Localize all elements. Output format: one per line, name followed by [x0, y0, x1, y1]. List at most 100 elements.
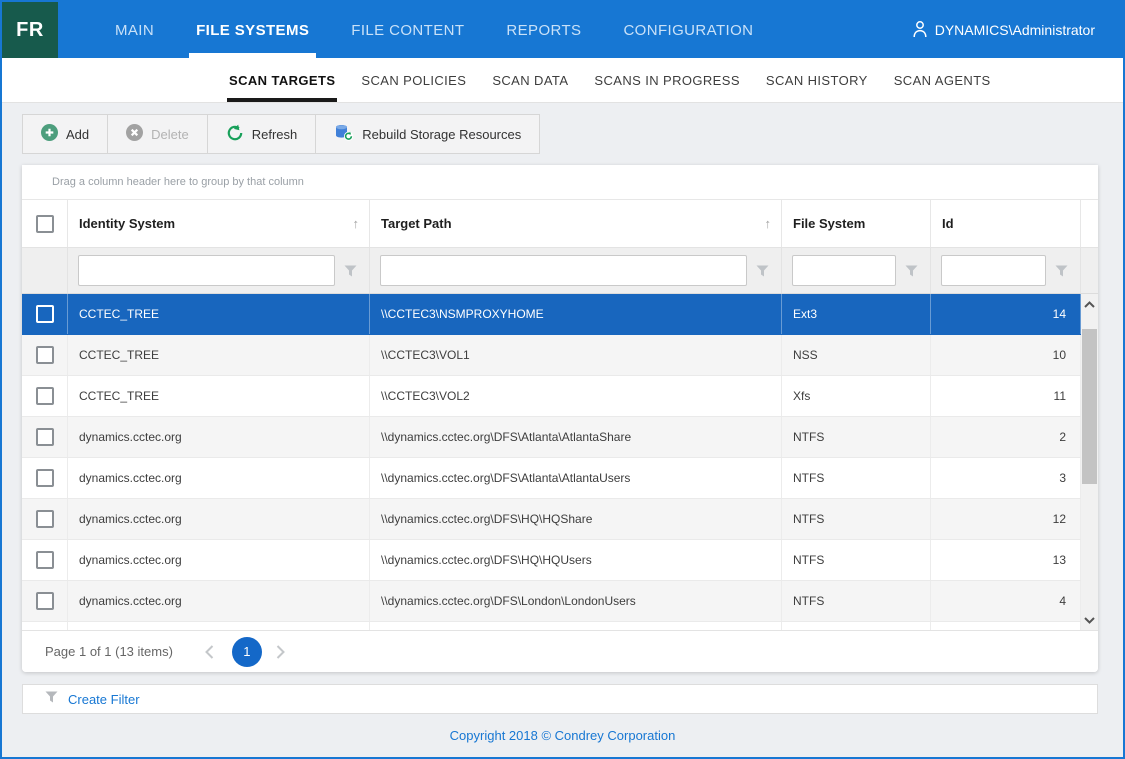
- cell-identity-system: dynamics.cctec.org: [68, 417, 370, 457]
- row-checkbox[interactable]: [36, 305, 54, 323]
- refresh-button[interactable]: Refresh: [207, 115, 316, 153]
- create-filter-bar: Create Filter: [22, 684, 1098, 714]
- file-system-filter-input[interactable]: [792, 255, 896, 286]
- cell-file-system: NTFS: [782, 499, 931, 539]
- filter-funnel-icon: [45, 690, 58, 708]
- tab-scan-history[interactable]: SCAN HISTORY: [764, 58, 870, 102]
- row-checkbox[interactable]: [36, 387, 54, 405]
- cell-file-system: NSS: [782, 335, 931, 375]
- nav-item-main[interactable]: MAIN: [104, 2, 165, 58]
- scan-targets-panel: Drag a column header here to group by th…: [22, 165, 1098, 672]
- cell-target-path: \\CCTEC3\VOL1: [370, 335, 782, 375]
- cell-file-system: NTFS: [782, 540, 931, 580]
- column-header-identity-system[interactable]: Identity System ↑: [68, 200, 370, 247]
- cell-identity-system: CCTEC_TREE: [68, 376, 370, 416]
- nav-item-file-systems[interactable]: FILE SYSTEMS: [185, 2, 320, 58]
- cell-id: 14: [931, 294, 1081, 334]
- row-checkbox[interactable]: [36, 346, 54, 364]
- cell-identity-system: CCTEC_TREE: [68, 335, 370, 375]
- target-path-filter-input[interactable]: [380, 255, 747, 286]
- cell-id: 3: [931, 458, 1081, 498]
- table-row[interactable]: CCTEC_TREE \\CCTEC3\VOL1 NSS 10: [22, 335, 1081, 376]
- filter-cell-target-path: [370, 248, 782, 293]
- row-check-cell: [22, 499, 68, 539]
- cell-id: 2: [931, 417, 1081, 457]
- id-filter-input[interactable]: [941, 255, 1046, 286]
- delete-button[interactable]: Delete: [107, 115, 207, 153]
- table-row[interactable]: dynamics.cctec.org \\dynamics.cctec.org\…: [22, 540, 1081, 581]
- identity-system-filter-input[interactable]: [78, 255, 335, 286]
- nav-item-file-content[interactable]: FILE CONTENT: [340, 2, 475, 58]
- cell-target-path: \\dynamics.cctec.org\DFS\London\LondonUs…: [370, 581, 782, 621]
- cell-identity-system: dynamics.cctec.org: [68, 540, 370, 580]
- cell-id: 12: [931, 499, 1081, 539]
- filter-funnel-icon[interactable]: [747, 265, 777, 277]
- filter-cell-identity-system: [68, 248, 370, 293]
- column-header-id[interactable]: Id: [931, 200, 1081, 247]
- filter-funnel-icon[interactable]: [335, 265, 365, 277]
- row-check-cell: [22, 417, 68, 457]
- filter-cell-id: [931, 248, 1081, 293]
- tab-scan-data[interactable]: SCAN DATA: [490, 58, 570, 102]
- scan-targets-grid: Identity System ↑ Target Path ↑ File Sys…: [22, 200, 1098, 630]
- table-row[interactable]: dynamics.cctec.org \\dynamics.cctec.org\…: [22, 499, 1081, 540]
- next-page-icon[interactable]: [276, 645, 285, 659]
- tab-scan-targets[interactable]: SCAN TARGETS: [227, 58, 337, 102]
- toolbar: Add Delete Refresh: [22, 114, 540, 154]
- scroll-down-icon[interactable]: [1081, 610, 1098, 630]
- sort-asc-icon: ↑: [765, 216, 772, 231]
- column-header-target-path[interactable]: Target Path ↑: [370, 200, 782, 247]
- table-row[interactable]: dynamics.cctec.org \\dynamics.cctec.org\…: [22, 417, 1081, 458]
- clipped-row: [22, 622, 1081, 630]
- cell-target-path: \\CCTEC3\NSMPROXYHOME: [370, 294, 782, 334]
- grid-header-row: Identity System ↑ Target Path ↑ File Sys…: [22, 200, 1098, 248]
- app-window: FR MAIN FILE SYSTEMS FILE CONTENT REPORT…: [0, 0, 1125, 759]
- tab-scan-policies[interactable]: SCAN POLICIES: [359, 58, 468, 102]
- refresh-icon: [226, 124, 244, 145]
- create-filter-link[interactable]: Create Filter: [68, 692, 140, 707]
- sort-asc-icon: ↑: [353, 216, 360, 231]
- row-checkbox[interactable]: [36, 592, 54, 610]
- rebuild-storage-resources-button[interactable]: Rebuild Storage Resources: [315, 115, 539, 153]
- row-check-cell: [22, 540, 68, 580]
- row-checkbox[interactable]: [36, 510, 54, 528]
- row-checkbox[interactable]: [36, 428, 54, 446]
- filter-funnel-icon[interactable]: [1046, 265, 1076, 277]
- select-all-checkbox[interactable]: [36, 215, 54, 233]
- row-checkbox[interactable]: [36, 551, 54, 569]
- table-row[interactable]: CCTEC_TREE \\CCTEC3\NSMPROXYHOME Ext3 14: [22, 294, 1081, 335]
- row-check-cell: [22, 376, 68, 416]
- table-row[interactable]: CCTEC_TREE \\CCTEC3\VOL2 Xfs 11: [22, 376, 1081, 417]
- tab-scan-agents[interactable]: SCAN AGENTS: [892, 58, 993, 102]
- group-by-panel[interactable]: Drag a column header here to group by th…: [22, 165, 1098, 200]
- nav-item-reports[interactable]: REPORTS: [495, 2, 592, 58]
- table-row[interactable]: dynamics.cctec.org \\dynamics.cctec.org\…: [22, 581, 1081, 622]
- cell-target-path: \\dynamics.cctec.org\DFS\HQ\HQUsers: [370, 540, 782, 580]
- filter-funnel-icon[interactable]: [896, 265, 926, 277]
- delete-icon: [126, 124, 143, 144]
- scrollbar-thumb[interactable]: [1082, 329, 1097, 484]
- add-icon: [41, 124, 58, 144]
- copyright-text: Copyright 2018 © Condrey Corporation: [450, 728, 676, 743]
- column-header-file-system[interactable]: File System: [782, 200, 931, 247]
- cell-target-path: \\CCTEC3\VOL2: [370, 376, 782, 416]
- pagination-summary: Page 1 of 1 (13 items): [45, 644, 173, 659]
- app-logo: FR: [2, 2, 58, 58]
- add-button[interactable]: Add: [23, 115, 107, 153]
- pagination-bar: Page 1 of 1 (13 items) 1: [22, 630, 1098, 672]
- row-checkbox[interactable]: [36, 469, 54, 487]
- nav-item-configuration[interactable]: CONFIGURATION: [612, 2, 764, 58]
- select-all-cell: [22, 200, 68, 247]
- scroll-up-icon[interactable]: [1081, 294, 1098, 314]
- header-gutter: [1081, 200, 1098, 247]
- previous-page-icon[interactable]: [205, 645, 214, 659]
- vertical-scrollbar[interactable]: [1081, 294, 1098, 630]
- cell-target-path: \\dynamics.cctec.org\DFS\Atlanta\Atlanta…: [370, 458, 782, 498]
- table-row[interactable]: dynamics.cctec.org \\dynamics.cctec.org\…: [22, 458, 1081, 499]
- top-header: FR MAIN FILE SYSTEMS FILE CONTENT REPORT…: [2, 2, 1123, 58]
- user-menu[interactable]: DYNAMICS\Administrator: [912, 2, 1123, 58]
- page-number-button[interactable]: 1: [232, 637, 262, 667]
- cell-file-system: Xfs: [782, 376, 931, 416]
- filter-check-spacer: [22, 248, 68, 293]
- tab-scans-in-progress[interactable]: SCANS IN PROGRESS: [592, 58, 742, 102]
